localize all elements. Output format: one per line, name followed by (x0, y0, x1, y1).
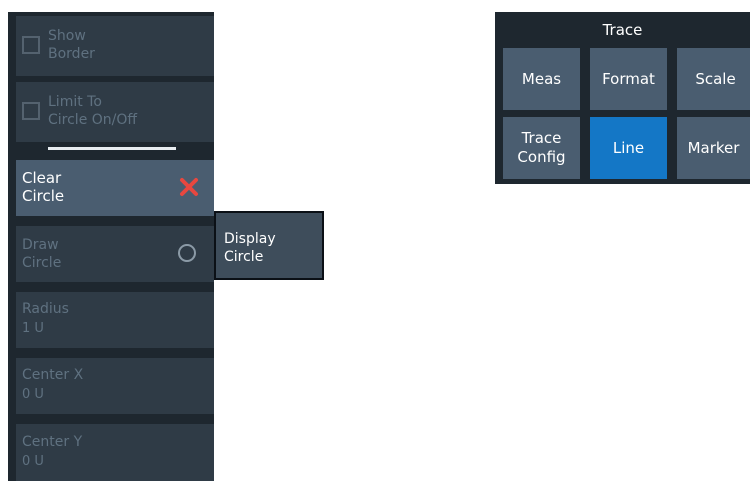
divider (48, 147, 176, 150)
trace-menu: Trace Meas Format Scale Trace Config Lin… (495, 12, 750, 184)
show-border-toggle[interactable]: Show Border (16, 16, 214, 76)
softkey-panel: Show Border Limit To Circle On/Off Clear… (8, 12, 214, 481)
center-y-label: Center Y (22, 434, 83, 450)
center-y-value: 0 U (22, 454, 44, 469)
center-x-label: Center X (22, 367, 84, 383)
scale-button[interactable]: Scale (677, 48, 750, 110)
checkbox-icon[interactable] (22, 102, 40, 120)
radius-value: 1 U (22, 321, 44, 336)
show-border-label: Show Border (48, 28, 95, 62)
draw-circle-label: Draw Circle (22, 237, 62, 271)
limit-to-circle-label: Limit To Circle On/Off (48, 94, 138, 128)
format-button[interactable]: Format (590, 48, 667, 110)
meas-button[interactable]: Meas (503, 48, 580, 110)
checkbox-icon[interactable] (22, 36, 40, 54)
display-circle-label: Display Circle (224, 231, 276, 265)
circle-icon (178, 244, 196, 262)
marker-button[interactable]: Marker (677, 117, 750, 179)
draw-circle-button[interactable]: Draw Circle (16, 226, 214, 282)
line-button[interactable]: Line (590, 117, 667, 179)
limit-to-circle-toggle[interactable]: Limit To Circle On/Off (16, 82, 214, 142)
center-x-value: 0 U (22, 387, 44, 402)
radius-field[interactable]: Radius 1 U (16, 292, 214, 348)
center-y-field[interactable]: Center Y 0 U (16, 424, 214, 481)
center-x-field[interactable]: Center X 0 U (16, 358, 214, 414)
clear-circle-label: Clear Circle (22, 169, 65, 205)
display-circle-tab[interactable]: Display Circle (214, 211, 324, 280)
radius-label: Radius (22, 301, 69, 317)
clear-circle-button[interactable]: Clear Circle (16, 160, 214, 216)
trace-menu-title: Trace (602, 21, 643, 39)
trace-config-button[interactable]: Trace Config (503, 117, 580, 179)
close-icon (180, 178, 198, 196)
